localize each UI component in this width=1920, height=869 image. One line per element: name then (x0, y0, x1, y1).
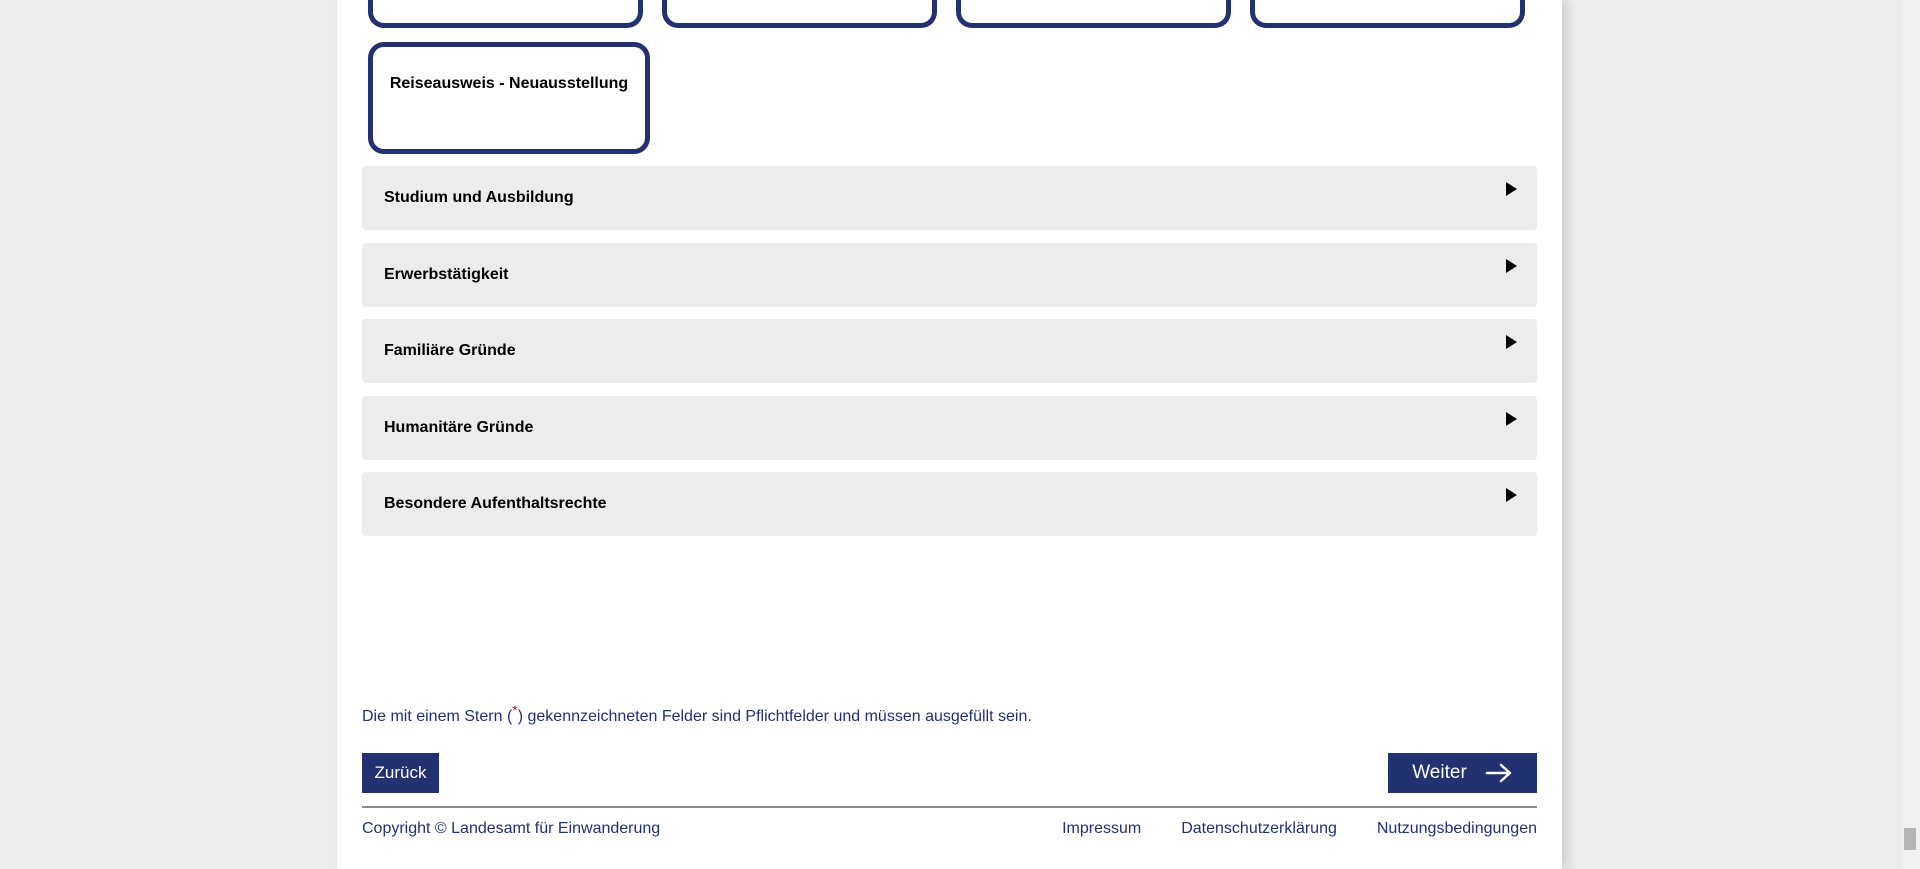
service-tile-2[interactable] (662, 0, 937, 28)
accordion-besondere-aufenthaltsrechte[interactable]: Besondere Aufenthaltsrechte (362, 472, 1537, 536)
page-scrollbar[interactable] (1903, 0, 1920, 869)
service-tile-1[interactable] (368, 0, 643, 28)
service-tile-4[interactable] (1250, 0, 1525, 28)
expand-arrow-icon (1506, 335, 1517, 349)
arrow-right-icon (1485, 763, 1512, 783)
accordion-studium[interactable]: Studium und Ausbildung (362, 166, 1537, 230)
accordion-erwerbstaetigkeit[interactable]: Erwerbstätigkeit (362, 243, 1537, 307)
service-tile-reiseausweis[interactable]: Reiseausweis - Neuausstellung (368, 42, 650, 154)
service-tile-label: Reiseausweis - Neuausstellung (389, 75, 629, 92)
footer-link-impressum[interactable]: Impressum (1062, 820, 1141, 838)
required-fields-note: Die mit einem Stern (*) gekennzeichneten… (362, 702, 1032, 726)
required-star: * (512, 702, 518, 718)
footer-link-nutzungsbedingungen[interactable]: Nutzungsbedingungen (1377, 820, 1537, 838)
note-prefix: Die mit einem Stern ( (362, 708, 513, 725)
accordion-humanitaere-gruende[interactable]: Humanitäre Gründe (362, 396, 1537, 460)
footer-link-datenschutz[interactable]: Datenschutzerklärung (1181, 820, 1337, 838)
service-tile-3[interactable] (956, 0, 1231, 28)
note-suffix: ) gekennzeichneten Felder sind Pflichtfe… (517, 708, 1032, 725)
accordion-label: Studium und Ausbildung (384, 189, 574, 206)
next-button-label: Weiter (1412, 762, 1467, 783)
accordion-familiaere-gruende[interactable]: Familiäre Gründe (362, 319, 1537, 383)
expand-arrow-icon (1506, 259, 1517, 273)
expand-arrow-icon (1506, 488, 1517, 502)
accordion-label: Humanitäre Gründe (384, 419, 534, 436)
accordion-label: Erwerbstätigkeit (384, 266, 509, 283)
next-button[interactable]: Weiter (1388, 753, 1537, 793)
expand-arrow-icon (1506, 412, 1517, 426)
scrollbar-thumb[interactable] (1904, 828, 1916, 850)
copyright-text: Copyright © Landesamt für Einwanderung (362, 820, 661, 837)
expand-arrow-icon (1506, 182, 1517, 196)
back-button[interactable]: Zurück (362, 753, 439, 793)
footer-divider (362, 806, 1537, 808)
back-button-label: Zurück (374, 763, 427, 782)
footer-links: Impressum Datenschutzerklärung Nutzungsb… (1062, 820, 1537, 838)
accordion-label: Familiäre Gründe (384, 342, 516, 359)
accordion-label: Besondere Aufenthaltsrechte (384, 495, 607, 512)
